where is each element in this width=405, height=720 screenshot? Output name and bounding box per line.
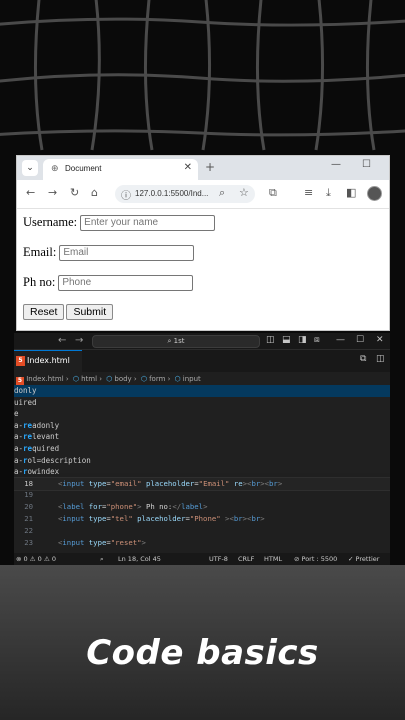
browser-window: ⌄ ⊕ Document ✕ + — ☐ ← → ↻ ⌂ ⓘ 127.0.0.1… bbox=[16, 155, 390, 331]
toggle-secondary-sidebar-icon[interactable]: ◨ bbox=[298, 335, 307, 345]
browser-tab-document[interactable]: ⊕ Document ✕ bbox=[43, 159, 198, 180]
code-line-text: <input type="tel" placeholder="Phone" ><… bbox=[58, 514, 265, 523]
browser-toolbar: ← → ↻ ⌂ ⓘ 127.0.0.1:5500/Ind... ⌕ ☆ ⧉ ≡ … bbox=[17, 180, 389, 209]
email-row: Email: Email bbox=[23, 245, 195, 262]
command-center-text: 1st bbox=[173, 337, 185, 345]
rendered-page: Username: Enter your name Email: Email Ph … bbox=[17, 209, 389, 330]
media-icon[interactable]: ≡ bbox=[304, 187, 313, 199]
back-arrow-icon[interactable]: ← bbox=[26, 187, 35, 199]
code-line[interactable]: 19 bbox=[14, 489, 390, 501]
close-tab-icon[interactable]: ✕ bbox=[184, 162, 192, 173]
toggle-panel-icon[interactable]: ⬓ bbox=[282, 335, 291, 345]
code-line[interactable]: 21 <input type="tel" placeholder="Phone"… bbox=[14, 513, 390, 525]
code-line[interactable]: 23 <input type="reset"> bbox=[14, 537, 390, 549]
tab-title: Document bbox=[65, 164, 102, 173]
editor-tab-label: Index.html bbox=[27, 356, 70, 365]
editor-tab-index-html[interactable]: 5 Index.html bbox=[14, 350, 82, 373]
open-preview-icon[interactable]: ⧉ bbox=[360, 354, 366, 364]
command-center[interactable]: ⌕ 1st bbox=[92, 335, 260, 348]
info-icon[interactable]: ⓘ bbox=[121, 187, 131, 202]
breadcrumb-html[interactable]: html bbox=[81, 375, 97, 383]
ports-status[interactable]: ⚠ 0 bbox=[44, 553, 56, 565]
username-row: Username: Enter your name bbox=[23, 215, 216, 232]
forward-arrow-icon[interactable]: → bbox=[75, 335, 83, 346]
email-label: Email: bbox=[23, 245, 57, 259]
element-icon: ⬡ bbox=[174, 375, 181, 383]
suggestion-item[interactable]: a-required bbox=[14, 443, 390, 455]
downloads-icon[interactable]: ⤓ bbox=[326, 187, 331, 199]
breadcrumb-file[interactable]: Index.html bbox=[26, 375, 63, 383]
editor-tab-bar: 5 Index.html ⧉ ◫ bbox=[14, 350, 390, 373]
code-line-text: <label for="phone"> Ph no:</label> bbox=[58, 502, 208, 511]
breadcrumb-form[interactable]: form bbox=[149, 375, 165, 383]
forward-arrow-icon[interactable]: → bbox=[48, 187, 57, 199]
close-icon[interactable]: ✕ bbox=[376, 335, 384, 345]
username-input[interactable]: Enter your name bbox=[80, 215, 216, 232]
vscode-title-bar: ← → ⌕ 1st ◫ ⬓ ◨ ⧈ — ☐ ✕ bbox=[14, 333, 390, 350]
encoding-status[interactable]: UTF-8 bbox=[209, 553, 228, 565]
home-icon[interactable]: ⌂ bbox=[91, 187, 98, 199]
suggestion-item[interactable]: uired bbox=[14, 397, 390, 409]
breadcrumb-body[interactable]: body bbox=[114, 375, 131, 383]
element-icon: ⬡ bbox=[106, 375, 113, 383]
address-bar[interactable]: ⓘ 127.0.0.1:5500/Ind... bbox=[115, 185, 255, 203]
username-label: Username: bbox=[23, 215, 78, 229]
zoom-icon[interactable]: ⌕ bbox=[219, 187, 225, 199]
html-file-icon: 5 bbox=[16, 377, 24, 385]
cursor-position[interactable]: Ln 18, Col 45 bbox=[118, 553, 161, 565]
code-line[interactable]: 22 bbox=[14, 525, 390, 537]
new-tab-button[interactable]: + bbox=[205, 160, 215, 174]
minimize-icon[interactable]: — bbox=[331, 159, 341, 170]
extensions-icon[interactable]: ⧉ bbox=[269, 187, 277, 199]
split-editor-icon[interactable]: ◫ bbox=[376, 354, 385, 364]
globe-icon: ⊕ bbox=[51, 164, 59, 174]
form-buttons: Reset Submit bbox=[23, 304, 115, 320]
status-bar: ⊗ 0 ⚠ 0 ⚠ 0 ⌕ Ln 18, Col 45 UTF-8 CRLF H… bbox=[14, 553, 390, 565]
tab-search-icon[interactable]: ⌄ bbox=[22, 160, 38, 176]
language-mode[interactable]: HTML bbox=[264, 553, 282, 565]
maximize-icon[interactable]: ☐ bbox=[356, 335, 364, 345]
sidebar-icon[interactable]: ◧ bbox=[346, 187, 356, 199]
vscode-window: ← → ⌕ 1st ◫ ⬓ ◨ ⧈ — ☐ ✕ 5 Index.html ⧉ ◫… bbox=[14, 333, 390, 565]
live-server-port[interactable]: ⊘ Port : 5500 bbox=[294, 553, 337, 565]
video-caption: Code basics bbox=[86, 633, 319, 673]
zoom-icon: ⌕ bbox=[100, 555, 104, 563]
suggestion-item[interactable]: a-readonly bbox=[14, 420, 390, 432]
eol-status[interactable]: CRLF bbox=[238, 553, 254, 565]
browser-tab-bar: ⌄ ⊕ Document ✕ + — ☐ bbox=[17, 156, 389, 180]
suggestion-item[interactable]: e bbox=[14, 408, 390, 420]
minimize-icon[interactable]: — bbox=[336, 335, 345, 345]
code-editor[interactable]: 18 <input type="email" placeholder="Emai… bbox=[14, 477, 390, 553]
phone-row: Ph no: Phone bbox=[23, 275, 194, 292]
html-file-icon: 5 bbox=[16, 356, 25, 366]
problems-status[interactable]: ⊗ 0 ⚠ 0 bbox=[16, 553, 42, 565]
suggestion-item[interactable]: a-relevant bbox=[14, 431, 390, 443]
suggestion-item[interactable]: a-rowindex bbox=[14, 466, 390, 478]
phone-label: Ph no: bbox=[23, 275, 56, 289]
prettier-status[interactable]: ✓ Prettier bbox=[348, 553, 379, 565]
reset-button[interactable]: Reset bbox=[23, 304, 65, 320]
maximize-icon[interactable]: ☐ bbox=[362, 159, 371, 170]
email-input[interactable]: Email bbox=[59, 245, 195, 262]
submit-button[interactable]: Submit bbox=[66, 304, 114, 320]
code-line[interactable]: 20 <label for="phone"> Ph no:</label> bbox=[14, 501, 390, 513]
element-icon: ⬡ bbox=[72, 375, 80, 383]
suggestion-item[interactable]: a-rol=description bbox=[14, 455, 390, 467]
reload-icon[interactable]: ↻ bbox=[70, 187, 79, 199]
autocomplete-suggestions: donly uired e a-readonly a-relevant a-re… bbox=[14, 385, 390, 476]
phone-input[interactable]: Phone bbox=[58, 275, 194, 292]
breadcrumb: 5 Index.html › ⬡ html › ⬡ body › ⬡ form › ⬡… bbox=[16, 375, 201, 385]
suggestion-item[interactable]: donly bbox=[14, 385, 390, 397]
profile-avatar[interactable] bbox=[367, 186, 382, 201]
code-line-text: <input type="reset"> bbox=[58, 538, 146, 547]
element-icon: ⬡ bbox=[140, 375, 148, 383]
customize-layout-icon[interactable]: ⧈ bbox=[314, 335, 320, 345]
back-arrow-icon[interactable]: ← bbox=[58, 335, 66, 346]
toggle-sidebar-icon[interactable]: ◫ bbox=[266, 335, 275, 345]
url-text: 127.0.0.1:5500/Ind... bbox=[135, 189, 209, 198]
star-icon[interactable]: ☆ bbox=[239, 187, 249, 199]
breadcrumb-input[interactable]: input bbox=[183, 375, 201, 383]
